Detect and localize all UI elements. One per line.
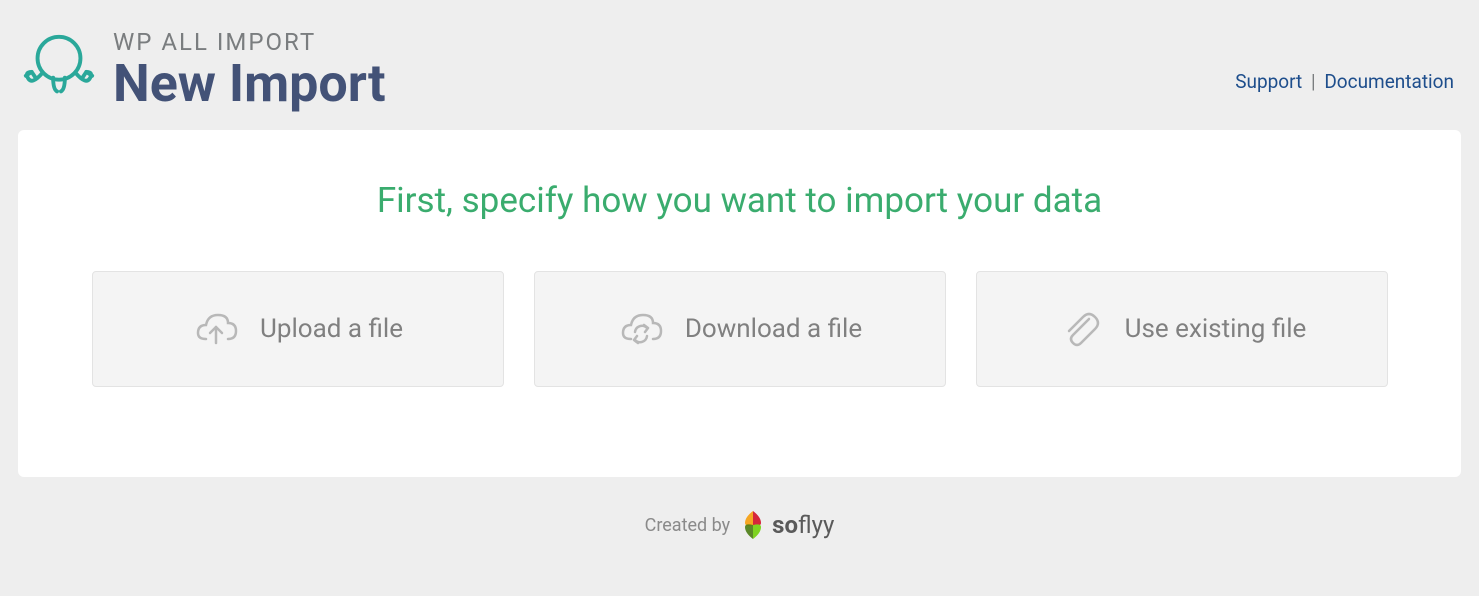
upload-file-label: Upload a file (260, 314, 403, 344)
footer: Created by soflyy (0, 509, 1479, 541)
soflyy-logo-icon (740, 509, 766, 541)
cloud-sync-icon (617, 305, 665, 353)
header-left: WP ALL IMPORT New Import (20, 20, 386, 110)
card-heading: First, specify how you want to import yo… (78, 180, 1401, 221)
existing-file-label: Use existing file (1125, 314, 1307, 344)
existing-file-button[interactable]: Use existing file (976, 271, 1388, 387)
header-links: Support | Documentation (1235, 70, 1454, 93)
upload-file-button[interactable]: Upload a file (92, 271, 504, 387)
footer-brand: soflyy (772, 511, 834, 539)
page-header: WP ALL IMPORT New Import Support | Docum… (0, 0, 1479, 130)
cloud-upload-icon (192, 305, 240, 353)
soflyy-logo[interactable]: soflyy (740, 509, 834, 541)
page-subtitle: WP ALL IMPORT (113, 28, 386, 56)
documentation-link[interactable]: Documentation (1324, 70, 1454, 93)
import-options: Upload a file Download a file Use existi… (78, 271, 1401, 387)
link-separator: | (1311, 70, 1316, 93)
footer-created-by: Created by (645, 515, 731, 536)
octopus-logo-icon (20, 28, 98, 108)
header-titles: WP ALL IMPORT New Import (113, 20, 386, 110)
download-file-label: Download a file (685, 314, 862, 344)
support-link[interactable]: Support (1235, 70, 1302, 93)
import-card: First, specify how you want to import yo… (18, 130, 1461, 477)
paperclip-icon (1057, 305, 1105, 353)
page-title: New Import (113, 58, 386, 110)
download-file-button[interactable]: Download a file (534, 271, 946, 387)
